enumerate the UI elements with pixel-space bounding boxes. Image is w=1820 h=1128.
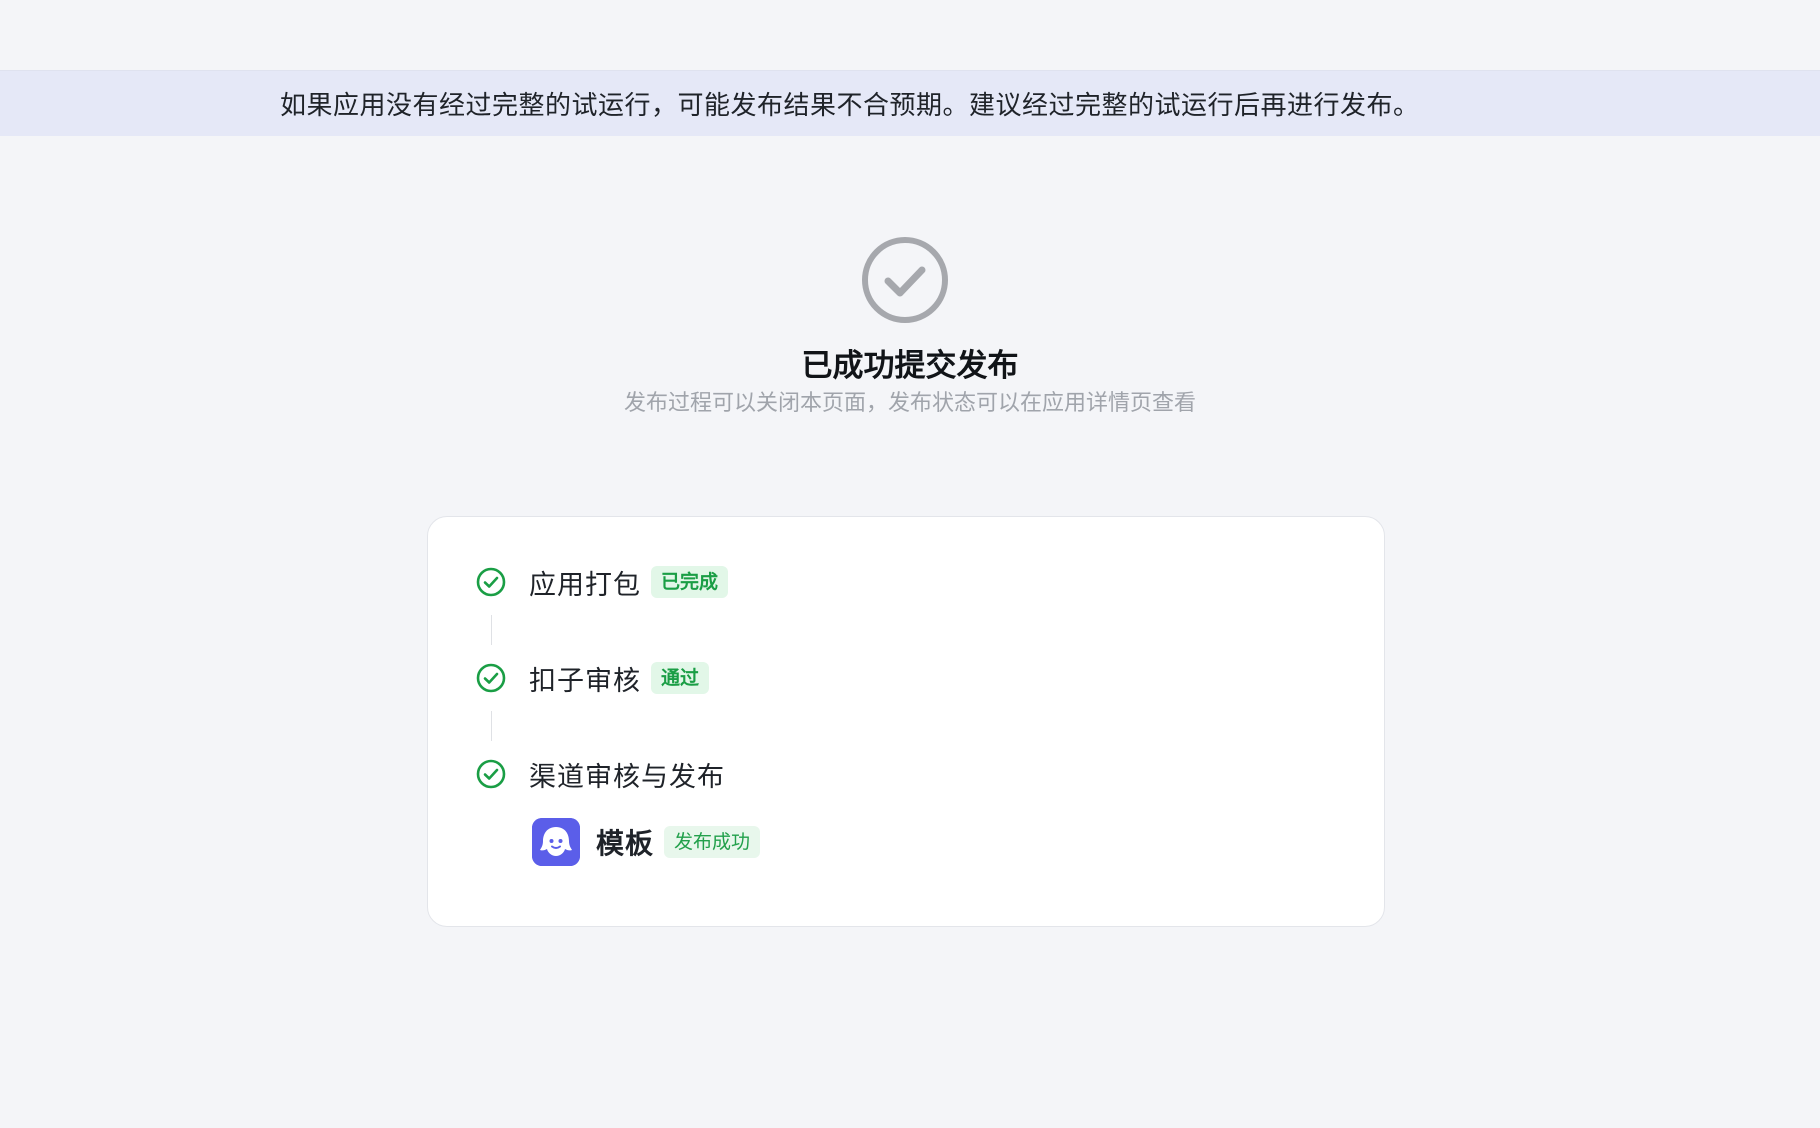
publish-progress-card: 应用打包 已完成 扣子审核 通过 渠道审核与发布 模板 发布成功	[427, 516, 1385, 927]
trial-run-notice-banner: 如果应用没有经过完整的试运行，可能发布结果不合预期。建议经过完整的试运行后再进行…	[0, 70, 1820, 136]
publish-result-page: 如果应用没有经过完整的试运行，可能发布结果不合预期。建议经过完整的试运行后再进行…	[0, 0, 1820, 1128]
step-app-packaging: 应用打包 已完成	[475, 562, 729, 602]
step-channel-review-publish: 渠道审核与发布	[475, 754, 725, 794]
step-label: 渠道审核与发布	[529, 761, 725, 793]
step-connector	[491, 615, 492, 645]
notice-text: 如果应用没有经过完整的试运行，可能发布结果不合预期。建议经过完整的试运行后再进行…	[280, 91, 1420, 121]
step-connector	[491, 711, 492, 741]
step-label: 应用打包	[529, 569, 641, 601]
channel-name: 模板	[596, 827, 655, 860]
step-label: 扣子审核	[529, 665, 641, 697]
status-badge: 发布成功	[664, 826, 761, 858]
page-subtitle: 发布过程可以关闭本页面，发布状态可以在应用详情页查看	[623, 391, 1196, 416]
page-title: 已成功提交发布	[801, 348, 1019, 384]
check-circle-icon	[476, 759, 506, 789]
check-circle-icon	[476, 663, 506, 693]
status-badge: 通过	[651, 662, 710, 694]
step-coze-review: 扣子审核 通过	[475, 658, 710, 698]
check-circle-icon	[862, 237, 948, 323]
coze-logo-icon	[532, 818, 580, 866]
channel-item-template: 模板 发布成功	[532, 817, 761, 867]
check-circle-icon	[476, 567, 506, 597]
top-bar	[0, 0, 1820, 70]
status-badge: 已完成	[651, 566, 729, 598]
